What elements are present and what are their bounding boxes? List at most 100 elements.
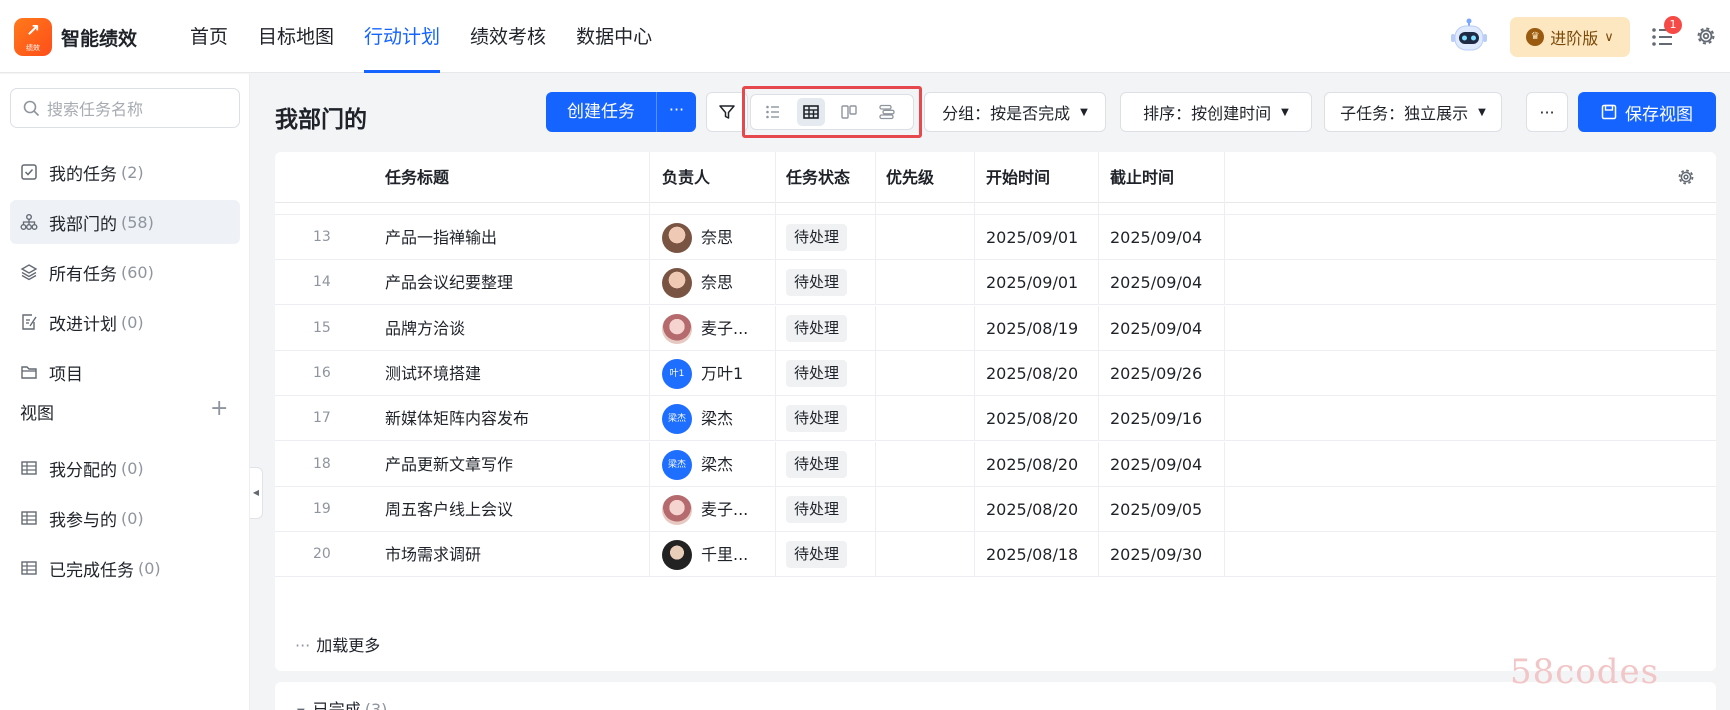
owner-name-cell[interactable]: 万叶1 [701, 351, 743, 396]
gantt-view-icon[interactable] [873, 98, 901, 126]
upgrade-plan-button[interactable]: ♛ 进阶版 ∨ [1510, 17, 1630, 57]
column-header-title[interactable]: 任务标题 [385, 152, 449, 203]
nav-item-action-plan[interactable]: 行动计划 [364, 0, 441, 73]
task-search-input[interactable] [47, 96, 233, 122]
end-time-cell[interactable]: 2025/09/30 [1110, 532, 1202, 577]
load-more-link[interactable]: ··· 加载更多 [295, 632, 380, 656]
table-row[interactable]: 13 产品一指禅输出 奈思 待处理 2025/09/01 2025/09/04 [275, 215, 1716, 260]
completed-group[interactable]: ▼已完成(3) [275, 682, 1716, 710]
table-row[interactable]: 14 产品会议纪要整理 奈思 待处理 2025/09/01 2025/09/04 [275, 260, 1716, 306]
column-header-start-time[interactable]: 开始时间 [986, 152, 1050, 203]
task-title-cell[interactable]: 周五客户线上会议 [385, 487, 513, 532]
sidebar-item-my-tasks[interactable]: 我的任务 (2) [10, 150, 240, 194]
task-title-cell[interactable]: 产品会议纪要整理 [385, 260, 513, 305]
owner-name-cell[interactable]: 梁杰 [701, 442, 733, 487]
board-view-icon[interactable] [835, 98, 863, 126]
task-title-cell[interactable]: 测试环境搭建 [385, 351, 481, 396]
owner-name-cell[interactable]: 麦子... [701, 487, 748, 532]
owner-avatar[interactable]: 梁杰 [662, 404, 692, 435]
start-time-cell[interactable]: 2025/08/20 [986, 396, 1078, 441]
table-row[interactable]: 20 市场需求调研 千里... 待处理 2025/08/18 2025/09/30 [275, 532, 1716, 578]
ai-robot-icon[interactable] [1450, 18, 1488, 56]
start-time-cell[interactable]: 2025/08/20 [986, 351, 1078, 396]
owner-name-cell[interactable]: 奈思 [701, 260, 733, 305]
owner-name-cell[interactable]: 奈思 [701, 215, 733, 260]
end-time-cell[interactable]: 2025/09/05 [1110, 487, 1202, 532]
column-header-end-time[interactable]: 截止时间 [1110, 152, 1174, 203]
task-search-box[interactable] [10, 88, 240, 128]
nav-item-home[interactable]: 首页 [190, 0, 228, 73]
start-time-cell[interactable]: 2025/09/01 [986, 260, 1078, 305]
start-time-cell[interactable]: 2025/08/19 [986, 306, 1078, 351]
subtask-display-dropdown[interactable]: 子任务：独立展示 ▼ [1324, 92, 1502, 132]
completed-group-header[interactable]: ▼已完成(3) [297, 696, 387, 710]
end-time-cell[interactable]: 2025/09/26 [1110, 351, 1202, 396]
owner-name-cell[interactable]: 麦子... [701, 306, 748, 351]
sidebar-collapse-handle[interactable]: ◀ [250, 467, 263, 519]
nav-item-data-center[interactable]: 数据中心 [576, 0, 652, 73]
save-view-button[interactable]: 保存视图 [1578, 92, 1716, 132]
owner-avatar[interactable] [662, 540, 692, 571]
status-badge[interactable]: 待处理 [786, 359, 848, 387]
task-title-cell[interactable]: 品牌方洽谈 [385, 306, 465, 351]
end-time-cell[interactable]: 2025/09/16 [1110, 396, 1202, 441]
owner-avatar[interactable] [662, 268, 692, 299]
more-options-button[interactable]: ··· [1526, 92, 1568, 132]
settings-gear-icon[interactable] [1694, 24, 1718, 48]
sidebar-item-all-tasks[interactable]: 所有任务 (60) [10, 250, 240, 294]
sidebar-item-my-department[interactable]: 我部门的 (58) [10, 200, 240, 244]
create-more-button[interactable]: ··· [656, 92, 696, 132]
nav-item-performance-review[interactable]: 绩效考核 [470, 0, 546, 73]
task-title-cell[interactable]: 产品更新文章写作 [385, 442, 513, 487]
owner-avatar[interactable]: 梁杰 [662, 449, 692, 480]
owner-avatar[interactable] [662, 494, 692, 525]
app-logo-icon[interactable]: ↗ 绩效 [14, 18, 52, 56]
start-time-cell[interactable]: 2025/08/20 [986, 442, 1078, 487]
end-time-cell[interactable]: 2025/09/04 [1110, 215, 1202, 260]
status-badge[interactable]: 待处理 [786, 405, 848, 433]
start-time-cell[interactable]: 2025/08/18 [986, 532, 1078, 577]
nav-item-goal-map[interactable]: 目标地图 [258, 0, 334, 73]
column-settings-gear-icon[interactable] [1676, 167, 1696, 187]
create-task-button[interactable]: 创建任务 [546, 92, 656, 132]
sidebar-view-participated[interactable]: 我参与的 (0) [10, 496, 240, 540]
group-by-dropdown[interactable]: 分组：按是否完成 ▼ [924, 92, 1106, 132]
table-row[interactable]: 18 产品更新文章写作 梁杰 梁杰 待处理 2025/08/20 2025/09/04 [275, 441, 1716, 487]
status-badge[interactable]: 待处理 [786, 541, 848, 569]
end-time-cell[interactable]: 2025/09/04 [1110, 442, 1202, 487]
sort-dropdown[interactable]: 排序：按创建时间 ▼ [1120, 92, 1312, 132]
task-title-cell[interactable]: 市场需求调研 [385, 532, 481, 577]
status-badge[interactable]: 待处理 [786, 269, 848, 297]
status-badge[interactable]: 待处理 [786, 314, 848, 342]
table-row[interactable]: 15 品牌方洽谈 麦子... 待处理 2025/08/19 2025/09/04 [275, 305, 1716, 351]
table-view-icon[interactable] [797, 98, 825, 126]
sidebar-view-assigned-by-me[interactable]: 我分配的 (0) [10, 446, 240, 490]
table-row[interactable]: 19 周五客户线上会议 麦子... 待处理 2025/08/20 2025/09/05 [275, 486, 1716, 532]
task-title-cell[interactable]: 新媒体矩阵内容发布 [385, 396, 529, 441]
column-header-priority[interactable]: 优先级 [886, 152, 934, 203]
column-header-owner[interactable]: 负责人 [662, 152, 710, 203]
status-badge[interactable]: 待处理 [786, 495, 848, 523]
owner-name-cell[interactable]: 千里... [701, 532, 748, 577]
end-time-cell[interactable]: 2025/09/04 [1110, 306, 1202, 351]
owner-avatar[interactable] [662, 223, 692, 253]
sidebar-item-count: (58) [121, 212, 154, 232]
add-view-plus-icon[interactable]: + [210, 396, 228, 421]
task-title-cell[interactable]: 产品一指禅输出 [385, 215, 497, 260]
column-header-status[interactable]: 任务状态 [786, 152, 850, 203]
owner-avatar[interactable]: 叶1 [662, 358, 692, 389]
end-time-cell[interactable]: 2025/09/04 [1110, 260, 1202, 305]
list-view-icon[interactable] [759, 98, 787, 126]
owner-avatar[interactable] [662, 313, 692, 344]
table-row[interactable]: 17 新媒体矩阵内容发布 梁杰 梁杰 待处理 2025/08/20 2025/09/16 [275, 396, 1716, 442]
start-time-cell[interactable]: 2025/09/01 [986, 215, 1078, 260]
status-badge[interactable]: 待处理 [786, 224, 848, 251]
table-row[interactable]: 16 测试环境搭建 叶1 万叶1 待处理 2025/08/20 2025/09/26 [275, 350, 1716, 396]
sidebar-item-projects[interactable]: 项目 [10, 350, 240, 394]
owner-name-cell[interactable]: 梁杰 [701, 396, 733, 441]
status-badge[interactable]: 待处理 [786, 450, 848, 478]
sidebar-view-completed-tasks[interactable]: 已完成任务 (0) [10, 546, 240, 590]
start-time-cell[interactable]: 2025/08/20 [986, 487, 1078, 532]
table-row[interactable] [275, 203, 1716, 215]
sidebar-item-improvement-plan[interactable]: 改进计划 (0) [10, 300, 240, 344]
